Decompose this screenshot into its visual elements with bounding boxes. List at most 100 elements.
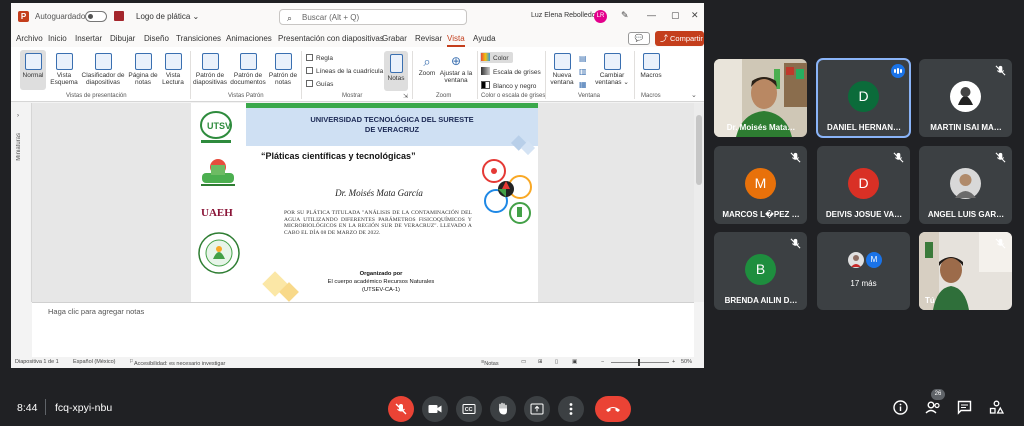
- grayscale-icon: [481, 67, 490, 75]
- participant-tile-deivis[interactable]: D DEIVIS JOSUE VA…: [817, 146, 910, 224]
- zoom-slider[interactable]: [611, 359, 669, 366]
- captions-button[interactable]: CC: [456, 396, 482, 422]
- normal-view-status-icon[interactable]: ▭: [521, 359, 526, 365]
- svg-text:CC: CC: [465, 407, 473, 413]
- tab-ayuda[interactable]: Ayuda: [473, 34, 496, 43]
- tab-vista[interactable]: Vista: [447, 34, 465, 47]
- arrange-all-icon[interactable]: ▤: [579, 54, 587, 63]
- handout-master-button[interactable]: Patrón de documentos: [230, 53, 266, 86]
- reading-view-button[interactable]: Vista Lectura: [160, 53, 186, 86]
- notes-page-button[interactable]: Página de notas: [127, 53, 159, 86]
- notes-master-button[interactable]: Patrón de notas: [268, 53, 298, 86]
- group-label-window: Ventana: [578, 93, 601, 99]
- expand-thumbnails-icon[interactable]: ›: [17, 113, 19, 119]
- meeting-code: fcq-xpyi-nbu: [55, 402, 113, 414]
- present-screen-button[interactable]: [524, 396, 550, 422]
- search-icon: ⌕: [287, 13, 293, 23]
- tab-revisar[interactable]: Revisar: [415, 34, 442, 43]
- scrollbar-thumb[interactable]: [696, 115, 702, 185]
- zoom-percent[interactable]: 50%: [681, 359, 692, 365]
- document-title[interactable]: Logo de plática ⌄: [136, 12, 199, 21]
- user-avatar[interactable]: LR: [594, 10, 607, 23]
- participant-tile-more[interactable]: M 17 más: [817, 232, 910, 310]
- group-label-zoom: Zoom: [436, 93, 452, 99]
- slide-canvas[interactable]: UNIVERSIDAD TECNOLÓGICA DEL SURESTE DE V…: [191, 103, 538, 302]
- activities-icon[interactable]: [989, 400, 1004, 415]
- toggle-camera-button[interactable]: [422, 396, 448, 422]
- guides-checkbox[interactable]: Guías: [306, 80, 333, 88]
- notes-toggle-button[interactable]: Notas: [384, 51, 408, 91]
- maximize-icon[interactable]: ▢: [671, 10, 680, 21]
- tab-animaciones[interactable]: Animaciones: [226, 34, 272, 43]
- sorter-view-status-icon[interactable]: ⊞: [538, 359, 543, 365]
- collapse-ribbon-icon[interactable]: ⌄: [691, 91, 697, 99]
- environment-illustration: [201, 159, 235, 186]
- leave-call-button[interactable]: [595, 396, 631, 422]
- meeting-time: 8:44: [17, 402, 38, 414]
- dialog-launcher-icon[interactable]: ⇲: [403, 93, 408, 100]
- participant-tile-angel[interactable]: ANGEL LUIS GAR…: [919, 146, 1012, 224]
- new-window-button[interactable]: Nueva ventana: [548, 53, 576, 86]
- more-options-button[interactable]: [558, 396, 584, 422]
- tab-transiciones[interactable]: Transiciones: [176, 34, 221, 43]
- ruler-checkbox[interactable]: Regla: [306, 54, 333, 62]
- fit-window-button[interactable]: ⊕ Ajustar a la ventana: [439, 53, 473, 84]
- tab-diseno[interactable]: Diseño: [144, 34, 169, 43]
- move-split-icon[interactable]: ▦: [579, 80, 587, 89]
- chat-icon[interactable]: [957, 400, 972, 415]
- participant-count-badge: 26: [931, 389, 945, 400]
- editor-scrollbar[interactable]: [694, 103, 704, 302]
- people-icon[interactable]: [925, 400, 941, 415]
- organizer-name: El cuerpo académico Recursos Naturales: [327, 279, 435, 285]
- notes-toggle-label: Notas: [387, 75, 405, 82]
- tab-grabar[interactable]: Grabar: [382, 34, 407, 43]
- slide-master-label: Patrón de diapositivas: [193, 72, 227, 86]
- participant-tile-moises[interactable]: Dr. Moisés Mata…: [714, 59, 807, 137]
- slideshow-status-icon[interactable]: ▣: [572, 359, 577, 365]
- participant-tile-marcos[interactable]: M MARCOS L�PEZ …: [714, 146, 807, 224]
- zoom-button[interactable]: ⌕ Zoom: [416, 53, 438, 77]
- zoom-in-icon[interactable]: +: [672, 359, 675, 365]
- save-icon[interactable]: [114, 11, 124, 21]
- language-status[interactable]: Español (México): [73, 359, 116, 365]
- close-icon[interactable]: ✕: [691, 10, 699, 21]
- search-box[interactable]: ⌕ Buscar (Alt + Q): [279, 9, 467, 25]
- reading-view-status-icon[interactable]: ▯: [555, 359, 558, 365]
- participant-tile-daniel[interactable]: D DANIEL HERNAN…: [816, 58, 911, 138]
- toggle-mic-button[interactable]: [388, 396, 414, 422]
- notes-status-button[interactable]: ≡ Notas: [481, 359, 499, 367]
- black-white-icon: [481, 81, 490, 89]
- meeting-info-icon[interactable]: [893, 400, 908, 415]
- tab-inicio[interactable]: Inicio: [48, 34, 67, 43]
- participant-tile-self[interactable]: Tú: [919, 232, 1012, 310]
- tab-dibujar[interactable]: Dibujar: [110, 34, 135, 43]
- macros-button[interactable]: Macros: [638, 53, 664, 79]
- autosave-toggle[interactable]: [85, 11, 107, 22]
- outline-view-icon: [55, 53, 73, 70]
- color-button[interactable]: Color: [480, 52, 513, 63]
- switch-windows-button[interactable]: Cambiar ventanas ⌄: [594, 53, 630, 86]
- cascade-icon[interactable]: ▥: [579, 67, 587, 76]
- black-white-button[interactable]: Blanco y negro: [481, 81, 536, 90]
- normal-view-label: Normal: [22, 72, 44, 79]
- pen-icon[interactable]: ✎: [621, 10, 629, 21]
- participant-tile-brenda[interactable]: B BRENDA AILIN D…: [714, 232, 807, 310]
- minimize-icon[interactable]: —: [647, 10, 656, 20]
- normal-view-button[interactable]: Normal: [20, 50, 46, 90]
- notes-pane[interactable]: Haga clic para agregar notas: [32, 302, 694, 357]
- raise-hand-button[interactable]: [490, 396, 516, 422]
- gridlines-checkbox[interactable]: Líneas de la cuadrícula: [306, 67, 383, 75]
- thumbnail-rail[interactable]: › Miniaturas: [11, 103, 32, 302]
- tab-insertar[interactable]: Insertar: [75, 34, 102, 43]
- share-button[interactable]: Compartir: [655, 31, 704, 46]
- slide-sorter-button[interactable]: Clasificador de diapositivas: [81, 53, 125, 86]
- slide-master-button[interactable]: Patrón de diapositivas: [193, 53, 227, 86]
- comments-button[interactable]: 💬: [628, 32, 650, 45]
- outline-view-button[interactable]: Vista Esquema: [49, 53, 79, 86]
- tab-archivo[interactable]: Archivo: [16, 34, 43, 43]
- zoom-out-icon[interactable]: −: [601, 359, 604, 365]
- participant-tile-martin[interactable]: MARTIN ISAI MA…: [919, 59, 1012, 137]
- accessibility-status[interactable]: ⚐ Accesibilidad: es necesario investigar: [129, 359, 225, 367]
- grayscale-button[interactable]: Escala de grises: [481, 67, 541, 76]
- tab-presentacion[interactable]: Presentación con diapositivas: [278, 34, 384, 43]
